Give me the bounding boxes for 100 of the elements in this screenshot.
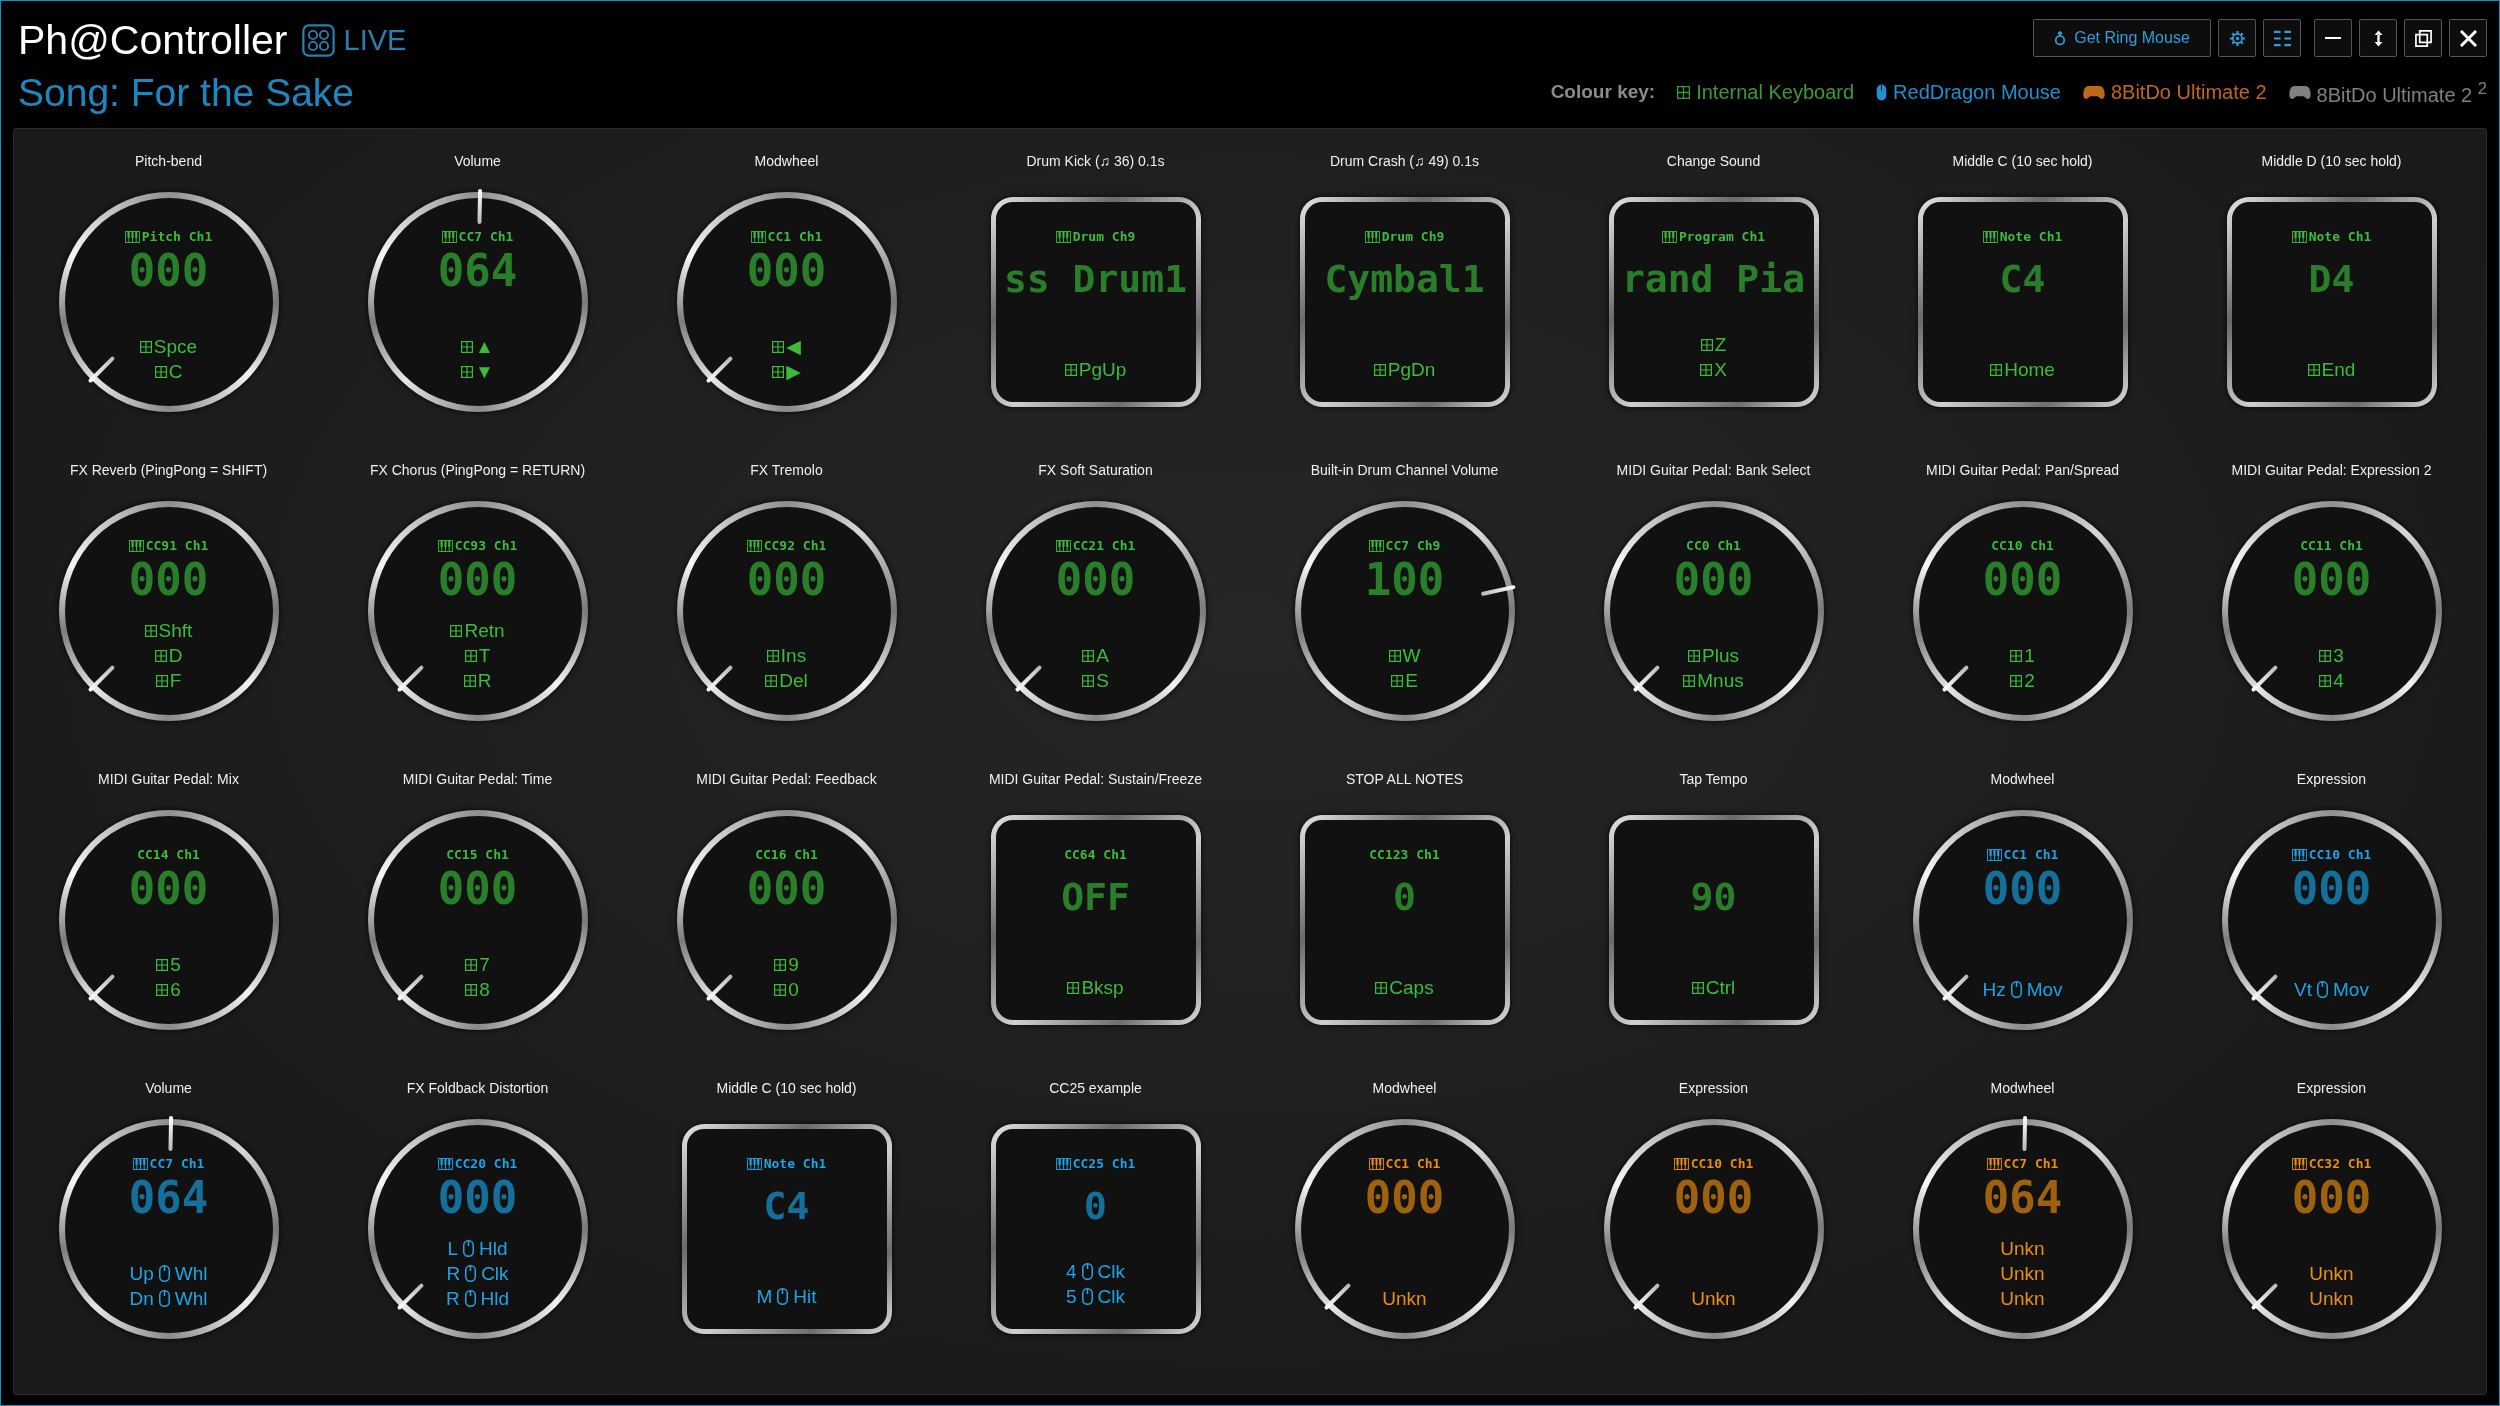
binding-text: Del: [779, 669, 808, 693]
vertical-resize-button[interactable]: [2359, 19, 2397, 57]
channel-label: CC1 Ch1: [767, 228, 823, 246]
knob[interactable]: CC1 Ch1 000 ◀ ▶: [676, 192, 897, 412]
knob[interactable]: CC14 Ch1 000 5 6: [58, 810, 279, 1030]
knob[interactable]: CC1 Ch1 000 Unkn: [1294, 1119, 1515, 1339]
pad-button[interactable]: CC64 Ch1 OFF Bksp: [990, 815, 1201, 1025]
squared-plus-icon: [461, 340, 474, 353]
squared-plus-icon: [1700, 363, 1713, 376]
channel-label: Drum Ch9: [1381, 228, 1445, 246]
binding-text: Unkn: [1691, 1287, 1736, 1311]
binding-text: R: [445, 1287, 460, 1311]
knob[interactable]: CC91 Ch1 000 Shft D F: [58, 501, 279, 721]
pad-button[interactable]: CC25 Ch1 0 4 Clk 5 Clk: [990, 1124, 1201, 1334]
binding-text: R: [446, 1262, 461, 1286]
channel-label: CC91 Ch1: [145, 537, 209, 555]
channel-label: CC0 Ch1: [1686, 537, 1741, 555]
knob[interactable]: CC0 Ch1 000 Plus Mnus: [1603, 501, 1824, 721]
channel-label: Program Ch1: [1678, 228, 1766, 246]
binding-text: Hz: [1982, 978, 2006, 1002]
knob[interactable]: CC11 Ch1 000 3 4: [2221, 501, 2442, 721]
binding-text: Ctrl: [1705, 976, 1736, 1000]
binding-text: Hit: [793, 1285, 817, 1309]
binding-text: 0: [788, 978, 799, 1002]
binding-text: L: [447, 1237, 459, 1261]
get-ring-mouse-button[interactable]: Get Ring Mouse: [2033, 19, 2211, 57]
pad-button[interactable]: Drum Ch9 ss Drum1 PgUp: [990, 197, 1201, 407]
knob[interactable]: CC21 Ch1 000 A S: [985, 501, 1206, 721]
binding-text: W: [1402, 644, 1421, 668]
value-readout: 0: [1084, 1183, 1107, 1230]
value-readout: 000: [437, 864, 518, 914]
channel-label: CC10 Ch1: [1690, 1155, 1754, 1173]
binding-text: ◀: [786, 335, 801, 359]
knob[interactable]: CC1 Ch1 000 Hz Mov: [1912, 810, 2133, 1030]
minimize-button[interactable]: [2314, 19, 2352, 57]
settings-button[interactable]: [2218, 19, 2256, 57]
control-label: Middle C (10 sec hold): [716, 1079, 857, 1097]
binding-text: Unkn: [2000, 1287, 2045, 1311]
knob[interactable]: CC92 Ch1 000 Ins Del: [676, 501, 897, 721]
binding-text: S: [1096, 669, 1109, 693]
control-label: Change Sound: [1666, 152, 1761, 170]
mode-label: LIVE: [343, 23, 407, 58]
value-readout: rand Pia: [1622, 256, 1805, 303]
knob[interactable]: CC32 Ch1 000 Unkn Unkn: [2221, 1119, 2442, 1339]
control-label: FX Chorus (PingPong = RETURN): [369, 461, 586, 479]
close-icon: [2459, 29, 2477, 47]
value-readout: 000: [1673, 1173, 1754, 1223]
knob[interactable]: CC7 Ch1 064 ▲ ▼: [367, 192, 588, 412]
pad-button[interactable]: Note Ch1 C4 M Hit: [681, 1124, 892, 1334]
knob[interactable]: CC16 Ch1 000 9 0: [676, 810, 897, 1030]
squared-plus-icon: [2319, 674, 2332, 687]
value-readout: 000: [437, 555, 518, 605]
knob[interactable]: CC93 Ch1 000 Retn T R: [367, 501, 588, 721]
binding-text: Clk: [1097, 1285, 1125, 1309]
channel-label: CC7 Ch9: [1385, 537, 1441, 555]
settings-icon: [2228, 29, 2246, 47]
knob[interactable]: CC20 Ch1 000 L Hld R Clk R Hld: [367, 1119, 588, 1339]
binding-text: PgUp: [1078, 358, 1127, 382]
knob[interactable]: CC7 Ch9 100 W E: [1294, 501, 1515, 721]
binding-text: Unkn: [1382, 1287, 1427, 1311]
value-readout: 000: [746, 555, 827, 605]
knob[interactable]: CC10 Ch1 000 Vt Mov: [2221, 810, 2442, 1030]
control-label: FX Tremolo: [750, 461, 823, 479]
squared-plus-icon: [464, 649, 477, 662]
squared-plus-icon: [2307, 363, 2320, 376]
pad-button[interactable]: Note Ch1 D4 End: [2226, 197, 2437, 407]
squared-plus-icon: [1683, 674, 1696, 687]
mouse-icon: [2317, 981, 2328, 998]
colour-key-entry: 8BitDo Ultimate 2: [2110, 80, 2267, 105]
channel-label: Drum Ch9: [1072, 228, 1136, 246]
control-label: MIDI Guitar Pedal: Mix: [98, 770, 239, 788]
binding-text: Mov: [2026, 978, 2063, 1002]
mouse-icon: [158, 1265, 170, 1282]
binding-text: 4: [2333, 669, 2344, 693]
squared-plus-icon: [772, 365, 785, 378]
knob[interactable]: CC7 Ch1 064 Unkn Unkn Unkn: [1912, 1119, 2133, 1339]
binding-text: Unkn: [2000, 1237, 2045, 1261]
pad-button[interactable]: Note Ch1 C4 Home: [1917, 197, 2128, 407]
control-label: Middle D (10 sec hold): [2261, 152, 2402, 170]
close-button[interactable]: [2449, 19, 2487, 57]
pad-button[interactable]: Program Ch1 rand Pia Z X: [1608, 197, 1819, 407]
knob[interactable]: CC7 Ch1 064 Up Whl Dn Whl: [58, 1119, 279, 1339]
control-label: FX Reverb (PingPong = SHIFT): [69, 461, 268, 479]
knob[interactable]: CC15 Ch1 000 7 8: [367, 810, 588, 1030]
pad-button[interactable]: CC123 Ch1 0 Caps: [1299, 815, 1510, 1025]
pad-button[interactable]: 90 Ctrl: [1608, 815, 1819, 1025]
control-label: MIDI Guitar Pedal: Time: [402, 770, 553, 788]
restore-button[interactable]: [2404, 19, 2442, 57]
knob[interactable]: CC10 Ch1 000 1 2: [1912, 501, 2133, 721]
binding-text: Home: [2004, 358, 2055, 382]
knob[interactable]: CC10 Ch1 000 Unkn: [1603, 1119, 1824, 1339]
list-button[interactable]: [2263, 19, 2301, 57]
squared-plus-icon: [2010, 649, 2023, 662]
knob[interactable]: Pitch Ch1 000 Spce C: [58, 192, 279, 412]
channel-label: CC7 Ch1: [2003, 1155, 2059, 1173]
value-readout: 000: [1364, 1173, 1445, 1223]
mouse-icon: [1081, 1288, 1093, 1305]
pad-button[interactable]: Drum Ch9 Cymbal1 PgDn: [1299, 197, 1510, 407]
squared-plus-icon: [154, 365, 167, 378]
control-label: Tap Tempo: [1679, 770, 1748, 788]
